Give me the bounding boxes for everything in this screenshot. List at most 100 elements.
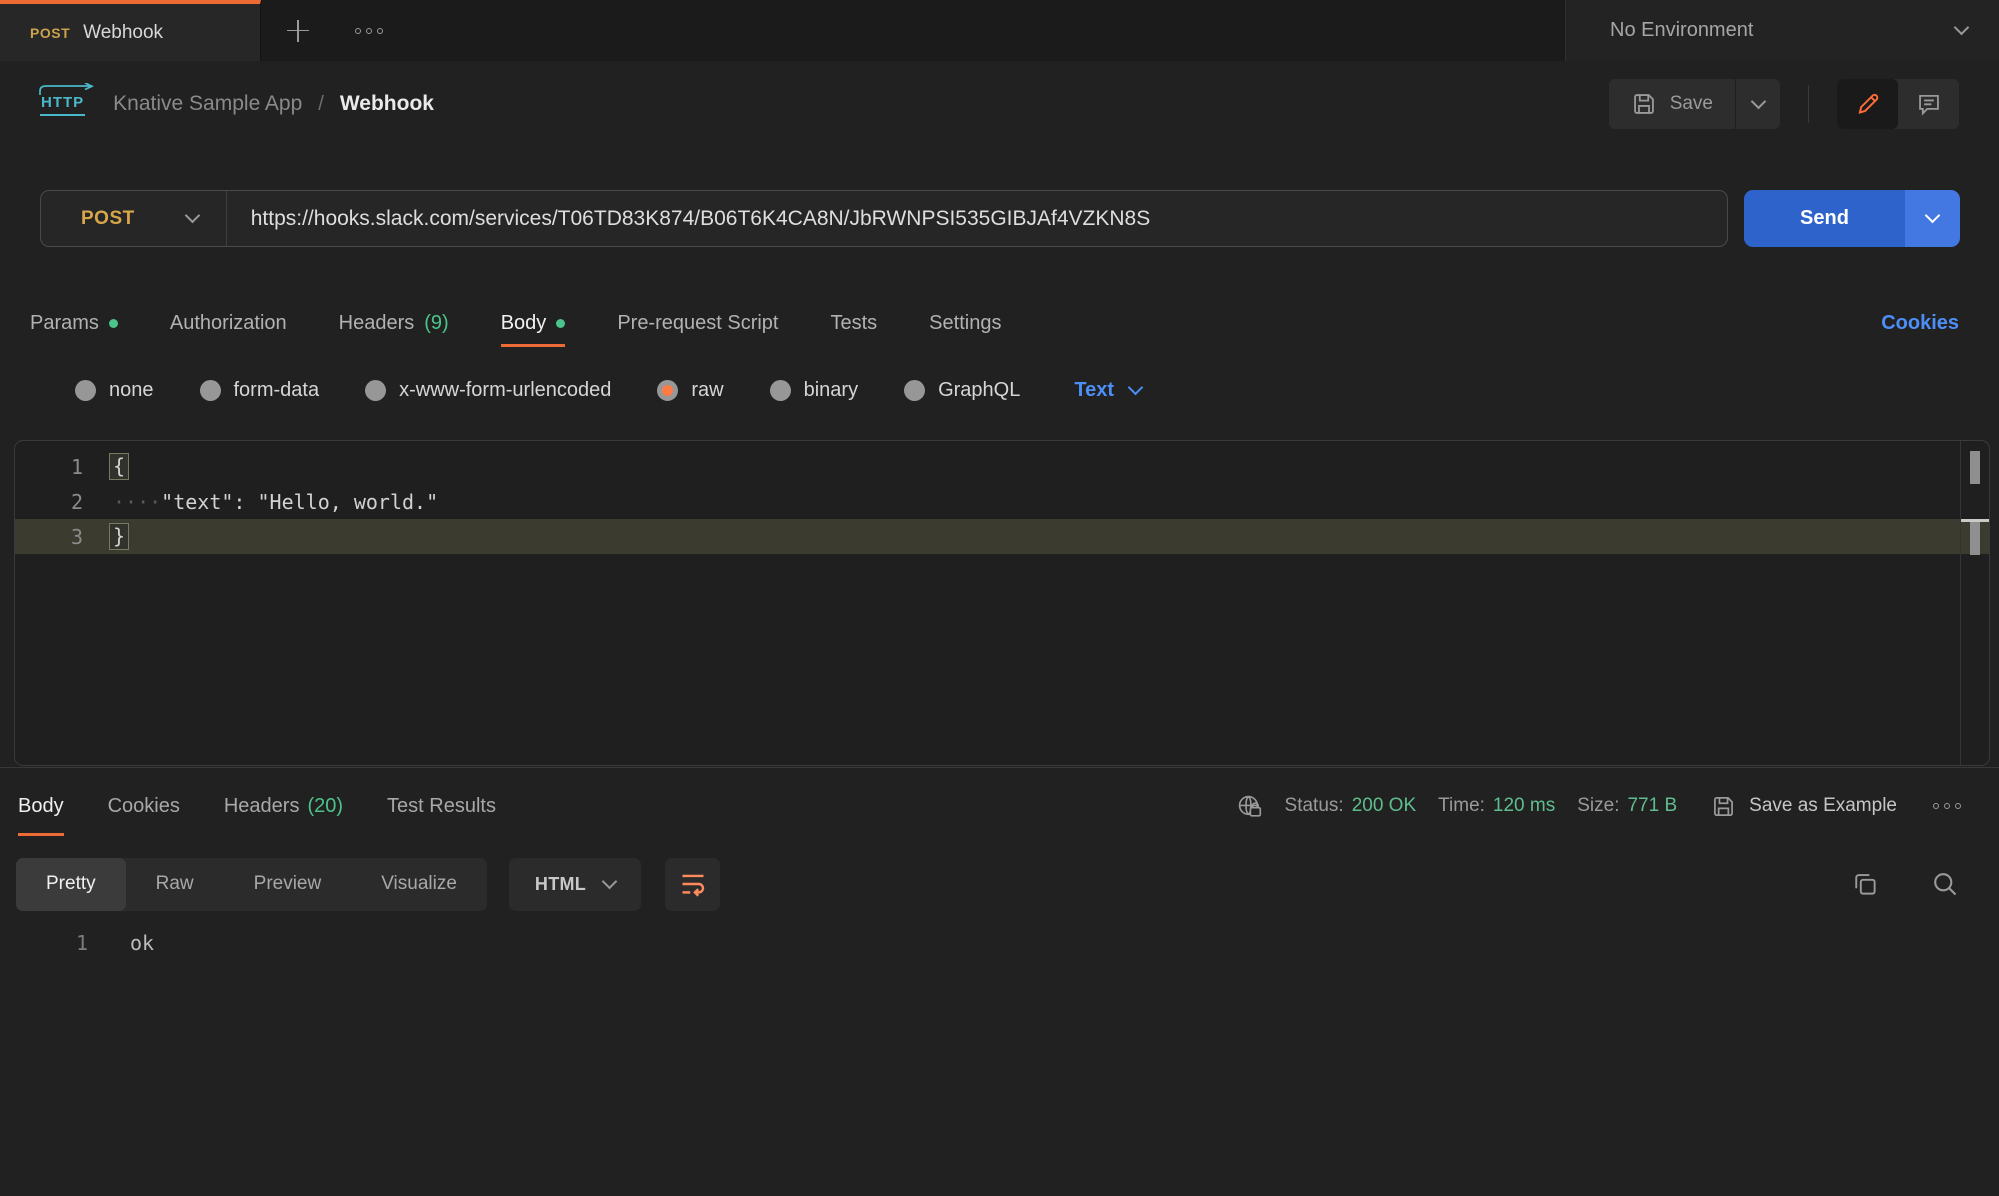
bracket-highlight: } xyxy=(109,523,129,550)
response-body: 1 ok xyxy=(0,926,154,960)
cookies-link[interactable]: Cookies xyxy=(1881,312,1959,335)
wrap-lines-button[interactable] xyxy=(665,858,720,911)
body-type-options: none form-data x-www-form-urlencoded raw… xyxy=(75,368,1959,412)
response-options-button[interactable] xyxy=(1933,803,1961,809)
request-tab[interactable]: POST Webhook xyxy=(0,0,261,61)
params-dot-indicator xyxy=(109,319,118,328)
view-tab-visualize[interactable]: Visualize xyxy=(351,858,487,911)
option-label: binary xyxy=(804,379,858,402)
status-label: Status: xyxy=(1285,795,1344,817)
option-label: form-data xyxy=(234,379,320,402)
editor-scrollbar[interactable] xyxy=(1960,441,1989,765)
send-split-button: Send xyxy=(1744,190,1960,247)
body-type-form-data[interactable]: form-data xyxy=(200,379,320,402)
tab-settings[interactable]: Settings xyxy=(929,300,1001,347)
tab-label: Body xyxy=(501,312,547,335)
documentation-group xyxy=(1837,79,1959,129)
raw-language-selector[interactable]: Text xyxy=(1074,379,1141,402)
network-globe-lock-icon xyxy=(1236,793,1263,820)
time-value: 120 ms xyxy=(1493,795,1555,817)
body-type-none[interactable]: none xyxy=(75,379,154,402)
radio-icon xyxy=(75,380,96,401)
response-actions xyxy=(1851,870,1959,898)
tab-params[interactable]: Params xyxy=(30,300,118,347)
response-tab-cookies[interactable]: Cookies xyxy=(108,776,180,836)
http-protocol-badge: HTTP xyxy=(40,93,85,116)
request-tabs: Params Authorization Headers (9) Body Pr… xyxy=(30,300,1959,347)
body-type-raw[interactable]: raw xyxy=(657,379,723,402)
url-bar: POST https://hooks.slack.com/services/T0… xyxy=(40,190,1728,247)
new-tab-button[interactable] xyxy=(273,0,323,61)
save-icon xyxy=(1631,91,1657,117)
radio-icon xyxy=(200,380,221,401)
view-tab-preview[interactable]: Preview xyxy=(224,858,352,911)
url-input[interactable]: https://hooks.slack.com/services/T06TD83… xyxy=(227,207,1151,231)
view-tab-raw[interactable]: Raw xyxy=(126,858,224,911)
response-tab-test-results[interactable]: Test Results xyxy=(387,776,496,836)
tab-label: Headers xyxy=(224,795,300,818)
tab-label: Headers xyxy=(339,312,415,335)
breadcrumb-collection[interactable]: Knative Sample App xyxy=(113,92,302,116)
tab-authorization[interactable]: Authorization xyxy=(170,300,287,347)
bracket-highlight: { xyxy=(109,453,129,480)
comments-button[interactable] xyxy=(1898,79,1959,129)
chevron-down-icon xyxy=(1128,379,1144,395)
tab-label: Body xyxy=(18,795,64,818)
option-label: GraphQL xyxy=(938,379,1020,402)
response-view-switch: Pretty Raw Preview Visualize xyxy=(16,858,487,911)
body-dot-indicator xyxy=(556,319,565,328)
time-badge: Time: 120 ms xyxy=(1438,795,1555,817)
code-text: "text": "Hello, world." xyxy=(161,490,438,514)
tab-bar: POST Webhook No Environment xyxy=(0,0,1999,61)
save-as-example-label: Save as Example xyxy=(1749,795,1897,817)
body-type-binary[interactable]: binary xyxy=(770,379,858,402)
editor-line: 2 ···· "text": "Hello, world." xyxy=(15,484,1989,519)
line-number: 3 xyxy=(15,525,83,549)
environment-selector[interactable]: No Environment xyxy=(1565,0,1999,61)
line-number: 1 xyxy=(0,931,88,955)
tab-body[interactable]: Body xyxy=(501,300,566,347)
request-header-row: HTTP Knative Sample App / Webhook Save xyxy=(0,72,1999,136)
whitespace-dots: ···· xyxy=(113,490,161,514)
tab-pre-request-script[interactable]: Pre-request Script xyxy=(617,300,778,347)
save-icon xyxy=(1711,794,1736,819)
copy-icon[interactable] xyxy=(1851,870,1879,898)
option-label: raw xyxy=(691,379,723,402)
body-type-urlencoded[interactable]: x-www-form-urlencoded xyxy=(365,379,611,402)
breadcrumb-request-name[interactable]: Webhook xyxy=(340,92,434,116)
chevron-down-icon[interactable] xyxy=(184,208,200,224)
response-format-selector[interactable]: HTML xyxy=(509,858,641,911)
tab-label: Pre-request Script xyxy=(617,312,778,335)
tab-tests[interactable]: Tests xyxy=(830,300,877,347)
view-tab-pretty[interactable]: Pretty xyxy=(16,858,126,911)
tab-headers[interactable]: Headers (9) xyxy=(339,300,449,347)
size-value: 771 B xyxy=(1627,795,1677,817)
response-tab-body[interactable]: Body xyxy=(18,776,64,836)
headers-count-badge: (20) xyxy=(307,795,343,818)
edit-documentation-button[interactable] xyxy=(1837,79,1898,129)
protocol-label: HTTP xyxy=(41,94,84,111)
editor-line: 1 { xyxy=(15,449,1989,484)
body-type-graphql[interactable]: GraphQL xyxy=(904,379,1020,402)
tab-label: Params xyxy=(30,312,99,335)
tab-options-button[interactable] xyxy=(323,0,397,61)
status-value: 200 OK xyxy=(1352,795,1416,817)
body-editor[interactable]: 1 { 2 ···· "text": "Hello, world." 3 } xyxy=(14,440,1990,766)
option-label: none xyxy=(109,379,154,402)
search-icon[interactable] xyxy=(1931,870,1959,898)
save-options-button[interactable] xyxy=(1735,79,1780,129)
tab-label: Settings xyxy=(929,312,1001,335)
header-actions: Save xyxy=(1609,79,1959,129)
send-button[interactable]: Send xyxy=(1744,190,1905,247)
language-label: Text xyxy=(1074,379,1114,402)
response-meta: Status: 200 OK Time: 120 ms Size: 771 B … xyxy=(1236,793,1961,820)
headers-count-badge: (9) xyxy=(424,312,448,335)
save-as-example-button[interactable]: Save as Example xyxy=(1711,794,1897,819)
url-row: POST https://hooks.slack.com/services/T0… xyxy=(40,190,1960,247)
size-label: Size: xyxy=(1577,795,1619,817)
response-tab-headers[interactable]: Headers (20) xyxy=(224,776,343,836)
method-selector[interactable]: POST xyxy=(41,208,135,230)
save-button[interactable]: Save xyxy=(1609,79,1735,129)
pencil-icon xyxy=(1855,91,1881,117)
send-options-button[interactable] xyxy=(1905,190,1960,247)
